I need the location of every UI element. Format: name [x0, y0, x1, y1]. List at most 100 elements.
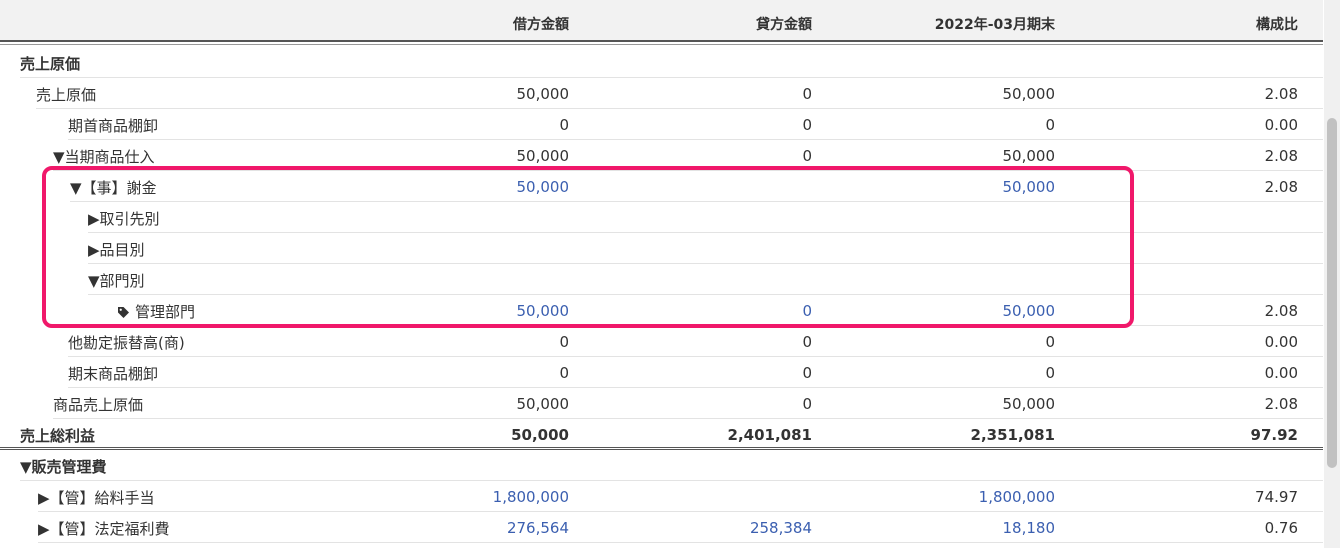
- table-row: 売上原価 50,000 0 50,000 2.08: [0, 78, 1323, 109]
- scrollbar-thumb[interactable]: [1327, 118, 1337, 468]
- credit-value: 2,401,081: [727, 426, 812, 444]
- ratio-value: 0.00: [1264, 116, 1298, 134]
- debit-value: 0: [559, 333, 569, 351]
- tree-toggle-label[interactable]: ▶品目別: [88, 239, 145, 260]
- credit-value: 0: [802, 147, 812, 165]
- account-label: 他勘定振替高(商): [68, 332, 185, 353]
- ratio-value: 2.08: [1264, 85, 1298, 103]
- table-row: 売上総利益 50,000 2,401,081 2,351,081 97.92: [0, 419, 1323, 450]
- account-label: 商品売上原価: [53, 394, 143, 415]
- tree-toggle-label[interactable]: ▶取引先別: [88, 208, 160, 229]
- period-value: 0: [1045, 116, 1055, 134]
- table-row: ▼部門別: [0, 264, 1323, 295]
- credit-value: 0: [802, 333, 812, 351]
- ratio-value: 2.08: [1264, 178, 1298, 196]
- ratio-value: 74.97: [1255, 488, 1298, 506]
- ratio-value: 97.92: [1250, 426, 1298, 444]
- account-label: 期首商品棚卸: [68, 115, 158, 136]
- period-value: 50,000: [1002, 85, 1056, 103]
- tree-toggle-label[interactable]: ▼当期商品仕入: [53, 146, 155, 167]
- credit-value: 0: [802, 395, 812, 413]
- period-value[interactable]: 18,180: [1003, 519, 1056, 537]
- tree-toggle-label[interactable]: ▼販売管理費: [20, 456, 107, 477]
- header-ratio: 構成比: [1256, 17, 1298, 33]
- table-row: 他勘定振替高(商) 0 0 0 0.00: [0, 326, 1323, 357]
- table-row: ▶取引先別: [0, 202, 1323, 233]
- label-text: 管理部門: [135, 303, 196, 321]
- table-row: ▶品目別: [0, 233, 1323, 264]
- table-row: ▶【管】法定福利費 276,564 258,384 18,180 0.76: [0, 512, 1323, 543]
- period-value[interactable]: 50,000: [1003, 302, 1056, 320]
- label-text: 商品売上原価: [53, 396, 144, 414]
- account-label: 管理部門: [118, 301, 195, 322]
- table-row: ▼当期商品仕入 50,000 0 50,000 2.08: [0, 140, 1323, 171]
- period-value: 50,000: [1002, 395, 1056, 413]
- header-period: 2022年-03月期末: [934, 17, 1055, 33]
- vertical-scrollbar[interactable]: [1324, 0, 1340, 548]
- debit-value: 50,000: [516, 395, 570, 413]
- tree-toggle-label[interactable]: ▶【管】法定福利費: [38, 518, 170, 539]
- label-text: 他勘定振替高(商): [68, 334, 185, 352]
- ratio-value: 0.76: [1264, 519, 1298, 537]
- table-row: 期首商品棚卸 0 0 0 0.00: [0, 109, 1323, 140]
- label-text: 売上原価: [20, 55, 81, 73]
- account-label: 売上原価: [36, 84, 96, 105]
- account-label: 売上総利益: [20, 425, 95, 446]
- tree-toggle-label[interactable]: ▼部門別: [88, 270, 145, 291]
- period-value: 2,351,081: [970, 426, 1055, 444]
- credit-value: 0: [802, 116, 812, 134]
- label-text: 売上原価: [36, 86, 97, 104]
- table-header: 借方金額 貸方金額 2022年-03月期末 構成比: [0, 0, 1323, 45]
- ratio-value: 2.08: [1264, 147, 1298, 165]
- ratio-value: 2.08: [1264, 395, 1298, 413]
- label-text: ▶【管】給料手当: [38, 489, 155, 507]
- label-text: 売上総利益: [20, 427, 96, 445]
- tree-toggle-label[interactable]: ▼【事】謝金: [70, 177, 157, 198]
- table-row: ▶【管】給料手当 1,800,000 1,800,000 74.97: [0, 481, 1323, 512]
- debit-value: 0: [559, 116, 569, 134]
- debit-value: 50,000: [516, 85, 570, 103]
- tree-toggle-label[interactable]: ▶【管】給料手当: [38, 487, 155, 508]
- label-text: ▶品目別: [88, 241, 145, 259]
- table-row: ▼【事】謝金 50,000 50,000 2.08: [0, 171, 1323, 202]
- account-label: 売上原価: [20, 53, 80, 74]
- period-value: 0: [1045, 333, 1055, 351]
- ratio-value: 2.08: [1264, 302, 1298, 320]
- debit-value[interactable]: 50,000: [517, 302, 570, 320]
- label-text: ▼当期商品仕入: [53, 148, 155, 166]
- label-text: ▼販売管理費: [20, 458, 107, 476]
- period-value: 50,000: [1002, 147, 1056, 165]
- ratio-value: 0.00: [1264, 333, 1298, 351]
- row-separator: [38, 542, 1323, 543]
- header-credit: 貸方金額: [756, 17, 812, 33]
- credit-value[interactable]: 0: [802, 302, 812, 320]
- debit-value[interactable]: 276,564: [507, 519, 569, 537]
- header-debit: 借方金額: [513, 17, 569, 33]
- period-value: 0: [1045, 364, 1055, 382]
- label-text: ▶取引先別: [88, 210, 160, 228]
- debit-value: 0: [559, 364, 569, 382]
- period-value[interactable]: 50,000: [1003, 178, 1056, 196]
- table-row: 期末商品棚卸 0 0 0 0.00: [0, 357, 1323, 388]
- label-text: 期首商品棚卸: [68, 117, 159, 135]
- debit-value: 50,000: [516, 147, 570, 165]
- credit-value[interactable]: 258,384: [750, 519, 812, 537]
- table-row: 商品売上原価 50,000 0 50,000 2.08: [0, 388, 1323, 419]
- credit-value: 0: [802, 364, 812, 382]
- period-value[interactable]: 1,800,000: [979, 488, 1055, 506]
- debit-value[interactable]: 50,000: [517, 178, 570, 196]
- debit-value[interactable]: 1,800,000: [493, 488, 569, 506]
- table-row: 管理部門 50,000 0 50,000 2.08: [0, 295, 1323, 326]
- debit-value: 50,000: [511, 426, 569, 444]
- table-row: 売上原価: [0, 47, 1323, 78]
- label-text: 期末商品棚卸: [68, 365, 159, 383]
- account-label: 期末商品棚卸: [68, 363, 158, 384]
- label-text: ▼【事】謝金: [70, 179, 157, 197]
- account-table-body: 売上原価 売上原価 50,000 0 50,000 2.08 期首商品棚卸 0 0 0 0.00 ▼当…: [0, 47, 1323, 543]
- label-text: ▶【管】法定福利費: [38, 520, 170, 538]
- label-text: ▼部門別: [88, 272, 145, 290]
- tag-icon: [118, 307, 129, 318]
- ratio-value: 0.00: [1264, 364, 1298, 382]
- table-row: ▼販売管理費: [0, 450, 1323, 481]
- credit-value: 0: [802, 85, 812, 103]
